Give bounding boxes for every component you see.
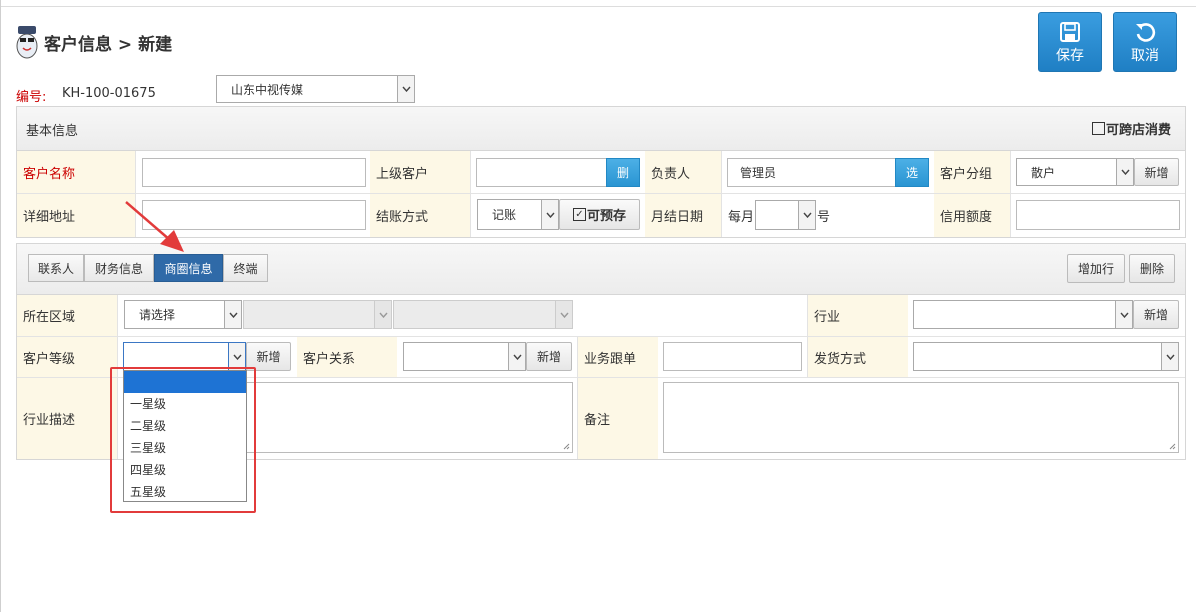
- chevron-down-icon: [228, 343, 245, 370]
- prepay-checkbox[interactable]: ✓ 可预存: [559, 199, 640, 230]
- owner-value: 管理员: [740, 166, 777, 180]
- group-select-value: 散户: [1031, 165, 1056, 180]
- owner-input[interactable]: 管理员: [727, 158, 897, 187]
- district-select[interactable]: [393, 300, 573, 329]
- cross-store-label: 可跨店消费: [1106, 123, 1172, 138]
- month-prefix: 每月: [728, 210, 755, 225]
- left-border: [0, 0, 1, 612]
- check-icon: ✓: [572, 208, 586, 221]
- group-select[interactable]: 散户: [1016, 158, 1134, 186]
- chevron-down-icon: [541, 200, 558, 229]
- cancel-button[interactable]: 取消: [1113, 12, 1177, 72]
- customer-name-input[interactable]: [142, 158, 366, 187]
- save-icon: [1060, 22, 1080, 42]
- chevron-down-icon: [374, 301, 391, 328]
- resize-grip-icon[interactable]: [1168, 442, 1176, 450]
- add-row-button[interactable]: 增加行: [1067, 254, 1125, 283]
- owner-label: 负责人: [645, 151, 721, 193]
- resize-grip-icon[interactable]: [562, 442, 570, 450]
- add-relation-button[interactable]: 新增: [526, 342, 572, 371]
- month-day-select[interactable]: [755, 200, 816, 230]
- shipping-label: 发货方式: [808, 337, 908, 377]
- follow-label: 业务跟单: [578, 337, 658, 377]
- choose-owner-button[interactable]: 选: [895, 158, 929, 187]
- code-value: KH-100-01675: [62, 86, 156, 101]
- basic-info-header: [17, 107, 1185, 151]
- mascot-icon: [16, 26, 38, 59]
- industry-select[interactable]: [913, 300, 1133, 329]
- chevron-down-icon: [224, 301, 241, 328]
- store-select[interactable]: 山东中视传媒: [216, 75, 415, 103]
- credit-label: 信用额度: [934, 194, 1010, 237]
- credit-input[interactable]: [1016, 200, 1180, 230]
- chevron-down-icon: [555, 301, 572, 328]
- top-border: [0, 0, 1196, 7]
- settle-label: 结账方式: [370, 194, 470, 237]
- save-button[interactable]: 保存: [1038, 12, 1102, 72]
- industry-label: 行业: [808, 295, 908, 336]
- customer-name-label: 客户名称: [17, 151, 135, 193]
- note-label: 备注: [578, 378, 658, 459]
- save-label: 保存: [1056, 48, 1084, 64]
- region-label: 所在区域: [17, 295, 117, 336]
- basic-info-title: 基本信息: [26, 124, 79, 139]
- relation-label: 客户关系: [297, 337, 397, 377]
- tab-business-circle[interactable]: 商圈信息: [154, 254, 223, 282]
- tab-terminal[interactable]: 终端: [223, 254, 268, 282]
- delete-row-button[interactable]: 删除: [1129, 254, 1175, 283]
- page-title: 客户信息 > 新建: [44, 34, 173, 55]
- chevron-down-icon: [397, 76, 414, 102]
- shipping-select[interactable]: [913, 342, 1179, 371]
- parent-customer-label: 上级客户: [370, 151, 470, 193]
- chevron-down-icon: [508, 343, 525, 370]
- checkbox-box: [1092, 122, 1105, 135]
- level-label: 客户等级: [17, 337, 117, 377]
- chevron-down-icon: [1115, 301, 1132, 328]
- annotation-arrow-icon: [125, 201, 184, 252]
- highlight-box: [110, 367, 256, 513]
- page-header: 客户信息 > 新建: [14, 22, 172, 62]
- chevron-down-icon: [798, 201, 815, 229]
- cross-store-checkbox[interactable]: 可跨店消费: [1092, 119, 1171, 138]
- store-select-value: 山东中视传媒: [231, 82, 304, 97]
- group-label: 客户分组: [934, 151, 1010, 193]
- parent-customer-input[interactable]: [476, 158, 608, 187]
- add-industry-button[interactable]: 新增: [1133, 300, 1179, 329]
- province-select[interactable]: 请选择: [124, 300, 242, 329]
- relation-select[interactable]: [403, 342, 526, 371]
- industry-desc-label: 行业描述: [17, 378, 117, 459]
- undo-icon: [1136, 23, 1156, 42]
- tab-contacts[interactable]: 联系人: [28, 254, 84, 282]
- chevron-down-icon: [1161, 343, 1178, 370]
- col-divider: [1010, 151, 1011, 237]
- col-divider: [721, 151, 722, 237]
- delete-parent-button[interactable]: 删: [606, 158, 640, 187]
- col-divider: [577, 337, 578, 459]
- code-label: 编号:: [16, 90, 47, 105]
- add-group-button[interactable]: 新增: [1134, 158, 1179, 186]
- month-day-label: 月结日期: [645, 194, 721, 237]
- col-divider: [470, 151, 471, 237]
- note-textarea[interactable]: [663, 382, 1179, 453]
- city-select[interactable]: [243, 300, 392, 329]
- province-select-value: 请选择: [139, 308, 176, 322]
- settle-select-value: 记账: [492, 208, 517, 222]
- col-divider: [807, 295, 808, 377]
- cancel-label: 取消: [1131, 48, 1159, 64]
- follow-input[interactable]: [663, 342, 802, 371]
- settle-select[interactable]: 记账: [477, 199, 559, 230]
- prepay-label: 可预存: [586, 209, 626, 224]
- tab-finance[interactable]: 财务信息: [84, 254, 154, 282]
- day-suffix: 号: [817, 210, 831, 225]
- address-label: 详细地址: [17, 194, 135, 237]
- chevron-down-icon: [1116, 159, 1133, 185]
